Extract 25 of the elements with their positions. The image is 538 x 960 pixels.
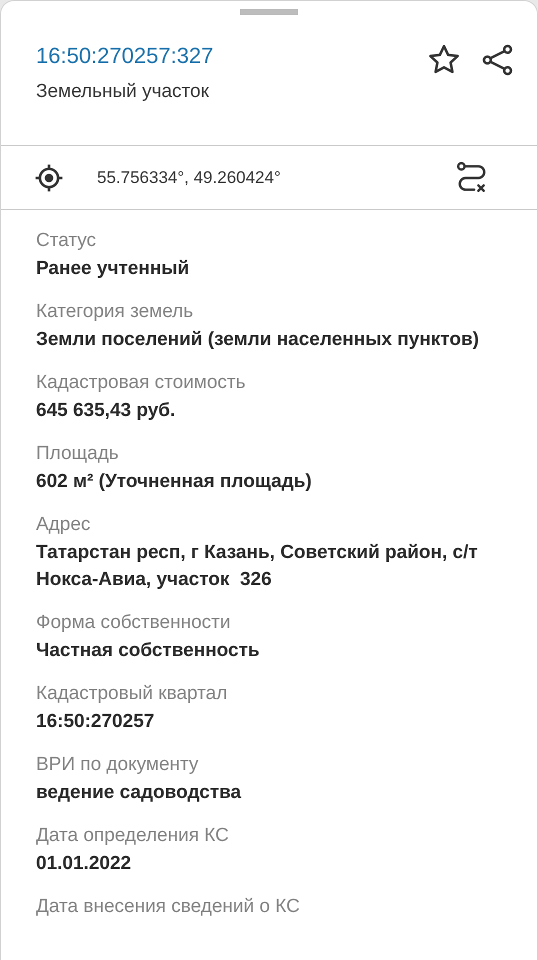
field-label: Категория земель bbox=[36, 300, 194, 324]
coordinates-text: 55.756334°, 49.260424° bbox=[97, 168, 282, 188]
location-target-icon[interactable] bbox=[34, 162, 64, 192]
field-value: ведение садоводства bbox=[36, 781, 242, 805]
share-icon[interactable] bbox=[481, 43, 515, 77]
field-value: 16:50:270257 bbox=[36, 710, 156, 734]
field-value: Земли поселений (земли населенных пунктов) bbox=[36, 328, 480, 352]
field-label: Статус bbox=[36, 229, 98, 253]
field-value: 602 м² (Уточненная площадь) bbox=[36, 470, 313, 494]
field-label: Дата определения КС bbox=[36, 824, 230, 848]
field-value: Татарстан респ, г Казань, Советский район, с/т Нокса-Авиа, участок 326 bbox=[36, 541, 479, 592]
field-value: Частная собственность bbox=[36, 639, 261, 663]
field-label: Адрес bbox=[36, 513, 92, 537]
object-type: Земельный участок bbox=[36, 81, 210, 103]
field-value: 645 635,43 руб. bbox=[36, 399, 176, 423]
field-label: Площадь bbox=[36, 442, 120, 466]
field-value: Ранее учтенный bbox=[36, 257, 190, 281]
field-value: 01.01.2022 bbox=[36, 852, 132, 876]
drag-handle[interactable] bbox=[240, 9, 298, 15]
field-label: Форма собственности bbox=[36, 611, 232, 635]
cadastral-number: 16:50:270257:327 bbox=[36, 42, 214, 70]
field-label: ВРИ по документу bbox=[36, 753, 200, 777]
field-label: Дата внесения сведений о КС bbox=[36, 895, 301, 919]
field-label: Кадастровый квартал bbox=[36, 682, 228, 706]
field-label: Кадастровая стоимость bbox=[36, 371, 247, 395]
